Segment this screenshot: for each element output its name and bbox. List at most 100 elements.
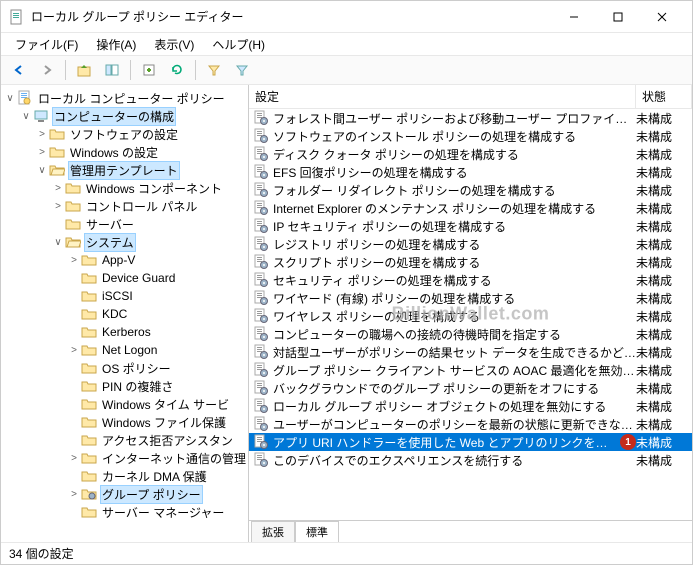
back-button[interactable]: [7, 58, 31, 82]
tree-toggle-icon[interactable]: ∨: [35, 165, 49, 176]
folder-icon: [81, 468, 97, 484]
list-row[interactable]: ソフトウェアのインストール ポリシーの処理を構成する未構成: [249, 127, 692, 145]
tree-pin[interactable]: PIN の複雑さ: [3, 377, 246, 395]
tree-label: グループ ポリシー: [100, 485, 203, 504]
list-row[interactable]: グループ ポリシー クライアント サービスの AOAC 最適化を無効にする未構成: [249, 361, 692, 379]
tree-windows[interactable]: >Windows の設定: [3, 143, 246, 161]
list-row[interactable]: Internet Explorer のメンテナンス ポリシーの処理を構成する未構…: [249, 199, 692, 217]
list-row[interactable]: このデバイスでのエクスペリエンスを続行する未構成: [249, 451, 692, 469]
tree-server-manager[interactable]: サーバー マネージャー: [3, 503, 246, 521]
list-row[interactable]: フォレスト間ユーザー ポリシーおよび移動ユーザー プロファイルを許可する未構成: [249, 109, 692, 127]
tree-access-denied[interactable]: アクセス拒否アシスタン: [3, 431, 246, 449]
list-row[interactable]: スクリプト ポリシーの処理を構成する未構成: [249, 253, 692, 271]
tree-toggle-icon[interactable]: ∨: [51, 237, 65, 248]
list-body[interactable]: フォレスト間ユーザー ポリシーおよび移動ユーザー プロファイルを許可する未構成ソ…: [249, 109, 692, 520]
forward-button[interactable]: [35, 58, 59, 82]
tree-win-time[interactable]: Windows タイム サービ: [3, 395, 246, 413]
setting-icon: [253, 182, 269, 198]
tree-net-logon[interactable]: >Net Logon: [3, 341, 246, 359]
tab-standard[interactable]: 標準: [295, 521, 339, 542]
tree-kernel-dma[interactable]: カーネル DMA 保護: [3, 467, 246, 485]
tree-win-file-protect[interactable]: Windows ファイル保護: [3, 413, 246, 431]
list-row[interactable]: ローカル グループ ポリシー オブジェクトの処理を無効にする未構成: [249, 397, 692, 415]
setting-name: グループ ポリシー クライアント サービスの AOAC 最適化を無効にする: [273, 362, 636, 379]
tree-software[interactable]: >ソフトウェアの設定: [3, 125, 246, 143]
setting-icon: [253, 290, 269, 306]
list-row[interactable]: フォルダー リダイレクト ポリシーの処理を構成する未構成: [249, 181, 692, 199]
tree-device-guard[interactable]: Device Guard: [3, 269, 246, 287]
show-hide-tree-button[interactable]: [100, 58, 124, 82]
tree-toggle-icon[interactable]: >: [67, 345, 81, 356]
menu-action[interactable]: 操作(A): [88, 35, 144, 54]
tree-pane[interactable]: ∨ローカル コンピューター ポリシー∨コンピューターの構成>ソフトウェアの設定>…: [1, 85, 249, 542]
tree-internet-mgmt[interactable]: >インターネット通信の管理: [3, 449, 246, 467]
list-row[interactable]: EFS 回復ポリシーの処理を構成する未構成: [249, 163, 692, 181]
setting-icon: [253, 200, 269, 216]
refresh-button[interactable]: [165, 58, 189, 82]
list-row[interactable]: バックグラウンドでのグループ ポリシーの更新をオフにする未構成: [249, 379, 692, 397]
list-row[interactable]: IP セキュリティ ポリシーの処理を構成する未構成: [249, 217, 692, 235]
list-row[interactable]: セキュリティ ポリシーの処理を構成する未構成: [249, 271, 692, 289]
tab-extended[interactable]: 拡張: [251, 521, 295, 542]
tree-label: Windows タイム サービ: [100, 396, 231, 413]
tree-toggle-icon[interactable]: >: [35, 147, 49, 158]
tree-label: PIN の複雑さ: [100, 378, 175, 395]
minimize-button[interactable]: [552, 2, 596, 32]
app-icon: [9, 9, 25, 25]
tree-kdc[interactable]: KDC: [3, 305, 246, 323]
setting-icon: [253, 254, 269, 270]
tree-computer-config[interactable]: ∨コンピューターの構成: [3, 107, 246, 125]
list-row[interactable]: ディスク クォータ ポリシーの処理を構成する未構成: [249, 145, 692, 163]
tree-appv[interactable]: > App-V: [3, 251, 246, 269]
tree-toggle-icon[interactable]: >: [35, 129, 49, 140]
maximize-button[interactable]: [596, 2, 640, 32]
column-header-name[interactable]: 設定: [249, 85, 636, 108]
column-header-state[interactable]: 状態: [636, 85, 692, 108]
filter-button[interactable]: [202, 58, 226, 82]
setting-icon: [253, 380, 269, 396]
tree-group-policy[interactable]: > グループ ポリシー: [3, 485, 246, 503]
setting-icon: [253, 128, 269, 144]
folder-icon: [65, 234, 81, 250]
tree-toggle-icon[interactable]: ∨: [19, 111, 33, 122]
folder-icon: [65, 216, 81, 232]
tree-toggle-icon[interactable]: ∨: [3, 93, 17, 104]
folder-icon: [65, 180, 81, 196]
up-button[interactable]: [72, 58, 96, 82]
list-row[interactable]: ワイヤレス ポリシーの処理を構成する未構成: [249, 307, 692, 325]
tree-admin-templates[interactable]: ∨管理用テンプレート: [3, 161, 246, 179]
list-row[interactable]: コンピューターの職場への接続の待機時間を指定する未構成: [249, 325, 692, 343]
tree-server[interactable]: サーバー: [3, 215, 246, 233]
menu-help[interactable]: ヘルプ(H): [204, 35, 273, 54]
list-row[interactable]: レジストリ ポリシーの処理を構成する未構成: [249, 235, 692, 253]
tree-toggle-icon[interactable]: >: [51, 183, 65, 194]
list-row[interactable]: ワイヤード (有線) ポリシーの処理を構成する未構成: [249, 289, 692, 307]
toolbar-separator: [195, 60, 196, 80]
tree-control-panel[interactable]: >コントロール パネル: [3, 197, 246, 215]
close-button[interactable]: [640, 2, 684, 32]
tree-kerberos[interactable]: Kerberos: [3, 323, 246, 341]
menu-file[interactable]: ファイル(F): [7, 35, 86, 54]
tree-os-policy[interactable]: OS ポリシー: [3, 359, 246, 377]
tree-toggle-icon[interactable]: >: [51, 201, 65, 212]
list-row[interactable]: アプリ URI ハンドラーを使用した Web とアプリのリンクを構成します1未構…: [249, 433, 692, 451]
menu-view[interactable]: 表示(V): [146, 35, 202, 54]
export-button[interactable]: [137, 58, 161, 82]
tree-toggle-icon[interactable]: >: [67, 255, 81, 266]
tree-win-components[interactable]: >Windows コンポーネント: [3, 179, 246, 197]
list-row[interactable]: 対話型ユーザーがポリシーの結果セット データを生成できるかどうかを…未構成: [249, 343, 692, 361]
filter-options-button[interactable]: [230, 58, 254, 82]
tree-iscsi[interactable]: iSCSI: [3, 287, 246, 305]
tree-root[interactable]: ∨ローカル コンピューター ポリシー: [3, 89, 246, 107]
folder-icon: [81, 450, 97, 466]
tree-label: App-V: [100, 253, 137, 267]
list-row[interactable]: ユーザーがコンピューターのポリシーを最新の状態に更新できないように…未構成: [249, 415, 692, 433]
setting-state: 未構成: [636, 182, 692, 199]
tree-system[interactable]: ∨システム: [3, 233, 246, 251]
tree-toggle-icon[interactable]: >: [67, 489, 81, 500]
folder-icon: [33, 108, 49, 124]
setting-name: ローカル グループ ポリシー オブジェクトの処理を無効にする: [273, 398, 606, 415]
setting-name: ユーザーがコンピューターのポリシーを最新の状態に更新できないように…: [273, 416, 636, 433]
tree-toggle-icon[interactable]: >: [67, 453, 81, 464]
tree-label: カーネル DMA 保護: [100, 468, 209, 485]
